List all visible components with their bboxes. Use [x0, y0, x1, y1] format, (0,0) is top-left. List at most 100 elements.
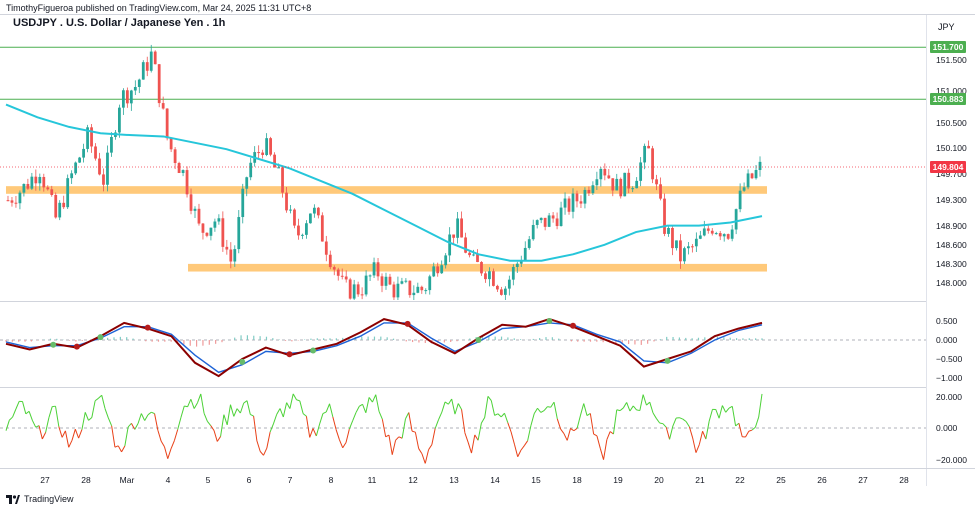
- candle-body: [273, 154, 276, 168]
- oscillator-segment: [365, 397, 370, 413]
- oscillator-segment: [537, 407, 542, 413]
- oscillator-segment: [71, 429, 76, 441]
- candle-body: [269, 138, 272, 155]
- oscillator-segment: [131, 423, 136, 430]
- candle-body: [320, 215, 324, 242]
- candle-body: [277, 167, 280, 169]
- candle-body: [161, 103, 165, 109]
- oscillator-segment: [137, 413, 142, 424]
- candle-body: [484, 273, 487, 280]
- oscillator-segment: [619, 407, 624, 412]
- candle-body: [145, 62, 149, 71]
- time-tick: 21: [695, 475, 705, 485]
- oscillator-segment: [401, 418, 406, 439]
- oscillator-segment: [705, 421, 710, 440]
- oscillator-segment: [438, 412, 443, 421]
- oscillator-segment: [375, 394, 380, 412]
- candle-body: [623, 172, 627, 197]
- oscillator-segment: [22, 401, 27, 414]
- oscillator-indicator: [5, 393, 763, 464]
- candle-body: [324, 241, 328, 255]
- level-tag-151700[interactable]: 151.700: [930, 41, 966, 53]
- price-tick: 150.500: [936, 118, 967, 128]
- oscillator-segment: [540, 410, 545, 413]
- oscillator-segment: [470, 434, 476, 454]
- oscillator-segment: [38, 425, 43, 440]
- oscillator-segment: [151, 411, 155, 415]
- oscillator-segment: [263, 448, 268, 456]
- candle-body: [308, 213, 312, 224]
- candle-body: [523, 247, 527, 261]
- bullish-cross-marker: [50, 341, 57, 348]
- candle-body: [667, 227, 670, 234]
- oscillator-segment: [398, 436, 403, 439]
- candle-body: [197, 208, 201, 224]
- oscillator-segment: [414, 432, 420, 449]
- oscillator-segment: [735, 422, 740, 427]
- price-axis-border: [926, 14, 927, 486]
- oscillator-segment: [520, 445, 525, 451]
- time-tick: 8: [328, 475, 334, 485]
- tradingview-footer[interactable]: TradingView: [6, 494, 74, 504]
- candle-body: [436, 266, 440, 274]
- candle-body: [507, 279, 511, 289]
- oscillator-segment: [725, 407, 730, 413]
- candle-body: [579, 201, 583, 204]
- oscillator-segment: [121, 445, 126, 453]
- oscillator-segment: [170, 440, 175, 449]
- oscillator-segment: [629, 405, 634, 412]
- oscillator-segment: [94, 397, 99, 402]
- candle-body: [133, 87, 137, 91]
- oscillator-segment: [652, 412, 657, 419]
- oscillator-segment: [616, 409, 621, 412]
- oscillator-segment: [187, 399, 192, 407]
- candle-body: [372, 262, 376, 276]
- tradingview-logo-icon: [6, 494, 20, 504]
- candle-body: [639, 162, 643, 181]
- candle-body: [499, 289, 503, 295]
- candle-body: [392, 284, 396, 298]
- oscillator-segment: [682, 418, 687, 422]
- candle-body: [734, 209, 738, 230]
- candle-body: [348, 279, 352, 299]
- level-tag-150883[interactable]: 150.883: [930, 93, 966, 105]
- candle-body: [125, 90, 129, 104]
- candle-body: [201, 223, 205, 233]
- oscillator-segment: [35, 425, 40, 428]
- oscillator-segment: [480, 417, 486, 424]
- candle-body: [177, 163, 181, 174]
- oscillator-segment: [25, 410, 30, 415]
- candle-body: [14, 202, 18, 204]
- oscillator-segment: [411, 430, 416, 433]
- oscillator-segment: [692, 437, 697, 453]
- candle-body: [26, 183, 30, 189]
- time-tick: 18: [572, 475, 582, 485]
- oscillator-segment: [378, 411, 383, 420]
- candle-body: [603, 168, 607, 176]
- oscillator-segment: [523, 440, 529, 446]
- candle-body: [118, 107, 121, 133]
- candle-body: [281, 167, 284, 193]
- oscillator-segment: [454, 403, 459, 415]
- oscillator-segment: [203, 413, 208, 422]
- oscillator-segment: [289, 393, 294, 409]
- oscillator-segment: [282, 402, 288, 418]
- oscillator-segment: [441, 401, 446, 413]
- candle-body: [683, 248, 686, 262]
- candle-body: [424, 290, 428, 292]
- oscillator-segment: [48, 406, 53, 418]
- oscillator-segment: [685, 421, 690, 428]
- candle-body: [527, 239, 531, 248]
- oscillator-segment: [124, 426, 129, 447]
- candle-body: [543, 217, 547, 227]
- chart-canvas[interactable]: [0, 0, 926, 468]
- candle-body: [476, 254, 479, 263]
- oscillator-segment: [28, 411, 33, 421]
- candle-body: [98, 158, 101, 175]
- oscillator-segment: [708, 409, 713, 422]
- oscillator-segment: [15, 401, 20, 410]
- oscillator-segment: [421, 453, 426, 464]
- oscillator-segment: [507, 422, 512, 433]
- time-axis-border: [0, 468, 975, 469]
- oscillator-segment: [302, 413, 307, 417]
